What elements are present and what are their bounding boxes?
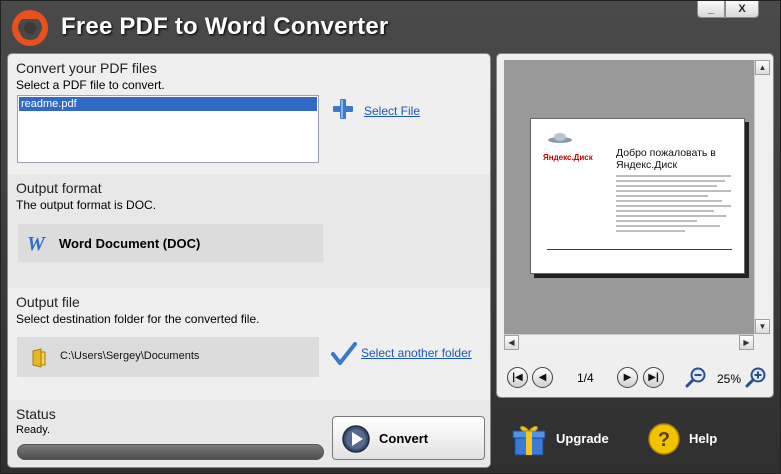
app-title: Free PDF to Word Converter [61,13,389,40]
page-rule [547,249,732,250]
gift-icon [512,425,546,456]
page-indicator: 1/4 [577,371,594,385]
status-text: Ready. [16,424,51,436]
folder-path: C:\Users\Sergey\Documents [60,350,200,362]
zoom-in-icon[interactable] [745,366,767,388]
left-panel: Convert your PDF files Select a PDF file… [7,53,491,468]
last-page-button[interactable]: ▶| [643,367,664,388]
convert-section: Convert your PDF files Select a PDF file… [8,54,490,174]
zoom-out-icon[interactable] [685,366,707,388]
output-file-title: Output file [16,294,80,310]
convert-section-title: Convert your PDF files [16,60,157,76]
folder-box: C:\Users\Sergey\Documents [17,337,319,377]
horizontal-scrollbar[interactable]: ◀ ▶ [504,334,754,350]
output-file-subtitle: Select destination folder for the conver… [16,312,260,326]
output-file-section: Output file Select destination folder fo… [8,288,490,400]
folder-icon [32,348,46,368]
minimize-button[interactable]: _ [697,1,725,18]
output-format-subtitle: The output format is DOC. [16,198,157,212]
app-window: Free PDF to Word Converter _ X Convert y… [0,0,781,474]
play-icon [342,425,370,453]
progress-bar [17,444,324,460]
app-logo-icon [12,10,48,46]
select-file-link[interactable]: Select File [364,104,420,118]
flying-saucer-icon [548,133,572,143]
preview-page: Яндекс.Диск Добро пожаловать в Яндекс.Ди… [530,118,745,274]
vertical-scrollbar[interactable]: ▲ ▼ [754,60,770,334]
next-page-button[interactable]: ▶ [617,367,638,388]
output-format-section: Output format The output format is DOC. … [8,174,490,288]
file-list-item[interactable]: readme.pdf [19,97,317,111]
format-label: Word Document (DOC) [59,236,201,251]
file-list[interactable]: readme.pdf [17,95,319,163]
prev-page-button[interactable]: ◀ [532,367,553,388]
title-bar: Free PDF to Word Converter _ X [1,1,781,53]
scroll-left-icon[interactable]: ◀ [504,335,519,350]
page-heading: Добро пожаловать в Яндекс.Диск [616,147,716,171]
page-brand: Яндекс.Диск [543,153,593,162]
help-icon: ? [648,423,680,455]
preview-panel: Яндекс.Диск Добро пожаловать в Яндекс.Ди… [496,53,774,398]
convert-button-label: Convert [379,431,429,446]
upgrade-label: Upgrade [556,431,609,446]
checkmark-icon[interactable] [331,342,357,366]
scroll-down-icon[interactable]: ▼ [755,319,770,334]
help-button[interactable]: ? Help [647,419,737,459]
first-page-button[interactable]: |◀ [507,367,528,388]
select-folder-link[interactable]: Select another folder [361,346,472,360]
upgrade-button[interactable]: Upgrade [511,419,621,459]
word-icon: W [27,233,46,253]
convert-section-subtitle: Select a PDF file to convert. [16,78,165,92]
plus-icon[interactable] [332,98,354,120]
convert-button[interactable]: Convert [332,416,485,460]
close-button[interactable]: X [725,1,759,18]
status-title: Status [16,406,56,422]
help-label: Help [689,431,718,446]
output-format-title: Output format [16,180,102,196]
format-box: W Word Document (DOC) [17,223,324,263]
scroll-right-icon[interactable]: ▶ [739,335,754,350]
svg-text:W: W [27,233,46,253]
preview-area: Яндекс.Диск Добро пожаловать в Яндекс.Ди… [504,60,754,334]
zoom-level: 25% [717,372,742,386]
page-body-lines [616,175,731,235]
svg-text:?: ? [658,429,670,451]
scroll-up-icon[interactable]: ▲ [755,60,770,75]
